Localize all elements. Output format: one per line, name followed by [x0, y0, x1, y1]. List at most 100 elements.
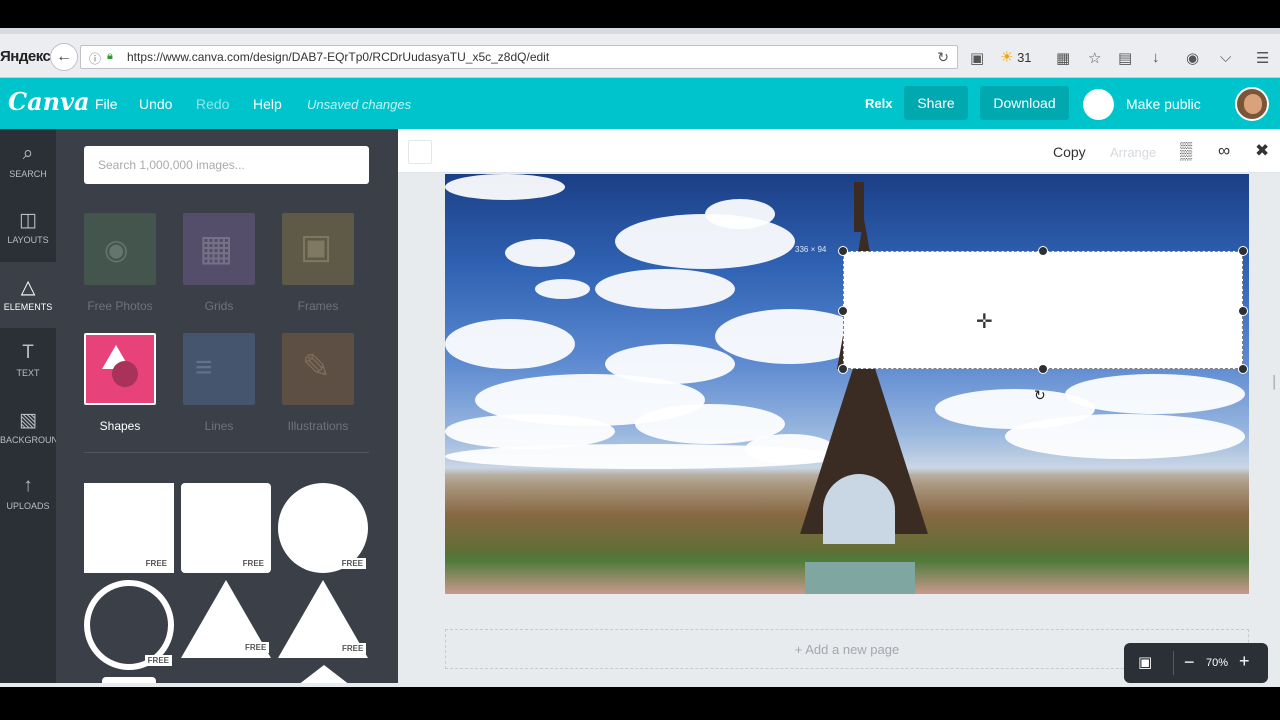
- selected-rectangle[interactable]: [843, 251, 1243, 369]
- category-free-photos[interactable]: ◉: [84, 213, 156, 285]
- zoom-divider: [1173, 651, 1174, 675]
- layouts-icon: ◫: [19, 210, 37, 231]
- avatar[interactable]: [1235, 87, 1269, 121]
- category-shapes[interactable]: [84, 333, 156, 405]
- free-badge: FREE: [142, 558, 170, 569]
- zoom-out-button[interactable]: −: [1184, 652, 1195, 673]
- nav-uploads[interactable]: ↑ UPLOADS: [0, 461, 56, 527]
- arrow-left-icon: ←: [56, 48, 72, 65]
- illustration-icon: ✎: [302, 348, 331, 386]
- category-label: Free Photos: [87, 299, 153, 313]
- trash-icon[interactable]: ✖: [1255, 141, 1269, 161]
- nav-label: UPLOADS: [6, 501, 50, 511]
- nav-background[interactable]: ▧ BACKGROUND: [0, 395, 65, 461]
- make-public-toggle[interactable]: [1083, 89, 1114, 120]
- category-lines[interactable]: ≡: [183, 333, 255, 405]
- nav-elements[interactable]: △ ELEMENTS: [0, 262, 56, 328]
- background-icon: ▧: [19, 410, 37, 431]
- category-label: Frames: [297, 299, 339, 313]
- chat-icon[interactable]: ◉: [1186, 49, 1199, 67]
- rotate-icon[interactable]: ↻: [1034, 387, 1046, 404]
- download-button[interactable]: Download: [980, 86, 1069, 120]
- upload-icon: ↑: [23, 475, 33, 496]
- nav-text[interactable]: T TEXT: [0, 328, 56, 394]
- free-badge: FREE: [338, 558, 366, 569]
- cloud: [1065, 374, 1245, 414]
- canva-logo[interactable]: Canva: [8, 87, 90, 116]
- cloud: [445, 319, 575, 369]
- category-grids[interactable]: ▦: [183, 213, 255, 285]
- star-icon[interactable]: ☆: [1088, 49, 1101, 67]
- screenshot-icon[interactable]: ▣: [970, 49, 984, 67]
- nav-search[interactable]: ⌕ SEARCH: [0, 129, 56, 195]
- undo-button[interactable]: Undo: [139, 96, 172, 112]
- color-swatch[interactable]: [408, 140, 432, 164]
- window-bottom-edge: [0, 683, 1280, 687]
- nav-label: TEXT: [16, 368, 40, 378]
- move-icon[interactable]: ✛: [976, 309, 993, 334]
- resize-handle-se[interactable]: [1238, 364, 1248, 374]
- category-frames[interactable]: ▣: [282, 213, 354, 285]
- elements-panel: Search 1,000,000 images... ◉ Free Photos…: [56, 129, 398, 683]
- resize-handle-ne[interactable]: [1238, 246, 1248, 256]
- sun-icon: ☀: [1000, 49, 1014, 66]
- menu-icon[interactable]: ☰: [1256, 49, 1269, 67]
- resize-handle-w[interactable]: [838, 306, 848, 316]
- elements-icon: △: [20, 277, 36, 298]
- extension-icon[interactable]: ▦: [1056, 49, 1070, 67]
- paris-photo[interactable]: [445, 174, 1249, 594]
- zoom-in-button[interactable]: +: [1239, 651, 1250, 672]
- shape-partial-triangle[interactable]: [298, 665, 350, 683]
- category-illustrations[interactable]: ✎: [282, 333, 354, 405]
- shape-rounded-square[interactable]: FREE: [181, 483, 271, 573]
- url-text[interactable]: https://www.canva.com/design/DAB7-EQrTp0…: [127, 50, 549, 64]
- link-icon[interactable]: ∞: [1218, 141, 1230, 161]
- resize-handle-n[interactable]: [1038, 246, 1048, 256]
- cloud: [605, 344, 735, 384]
- text-icon: T: [22, 342, 34, 363]
- free-badge: FREE: [242, 642, 270, 653]
- file-menu[interactable]: File: [95, 96, 118, 112]
- shape-square[interactable]: FREE: [84, 483, 174, 573]
- resize-handle-sw[interactable]: [838, 364, 848, 374]
- category-label: Grids: [204, 299, 234, 313]
- redo-button[interactable]: Redo: [196, 96, 229, 112]
- grid-icon: ▦: [199, 227, 234, 268]
- nav-label: ELEMENTS: [3, 302, 53, 312]
- free-badge: FREE: [339, 643, 367, 654]
- help-menu[interactable]: Help: [253, 96, 282, 112]
- nav-label: BACKGROUND: [0, 435, 65, 445]
- resize-handle-nw[interactable]: [838, 246, 848, 256]
- lines-icon: ≡: [195, 351, 213, 384]
- pocket-icon[interactable]: ⌵: [1220, 49, 1231, 66]
- nav-layouts[interactable]: ◫ LAYOUTS: [0, 195, 56, 261]
- info-icon[interactable]: ⓘ: [89, 50, 101, 67]
- cloud: [595, 269, 735, 309]
- resize-handle-s[interactable]: [1038, 364, 1048, 374]
- resize-handle-e[interactable]: [1238, 306, 1248, 316]
- arrange-button[interactable]: Arrange: [1110, 145, 1156, 160]
- scroll-indicator: │: [1271, 375, 1279, 389]
- category-label: Lines: [204, 419, 234, 433]
- back-button[interactable]: ←: [50, 43, 78, 71]
- copy-button[interactable]: Copy: [1053, 144, 1086, 160]
- team-name[interactable]: Relx: [865, 96, 892, 111]
- weather-widget[interactable]: ☀ 31: [1000, 48, 1032, 66]
- download-arrow-icon[interactable]: ↓: [1152, 49, 1160, 66]
- reload-icon[interactable]: ↻: [937, 49, 949, 66]
- eiffel-tower-arch: [823, 474, 895, 544]
- clipboard-icon[interactable]: ▤: [1118, 49, 1132, 67]
- browser-brand: Яндекс: [0, 48, 51, 65]
- image-search-input[interactable]: Search 1,000,000 images...: [84, 146, 369, 184]
- free-badge: FREE: [239, 558, 267, 569]
- nav-label: SEARCH: [9, 169, 47, 179]
- present-icon[interactable]: ▣: [1138, 653, 1152, 671]
- shape-circle[interactable]: FREE: [278, 483, 368, 573]
- make-public-label: Make public: [1126, 96, 1201, 112]
- weather-temp: 31: [1017, 50, 1032, 65]
- address-bar[interactable]: ⓘ 🔒︎ https://www.canva.com/design/DAB7-E…: [80, 45, 958, 69]
- transparency-icon[interactable]: ▒: [1180, 141, 1192, 161]
- shape-ring[interactable]: FREE: [84, 580, 174, 670]
- share-button[interactable]: Share: [904, 86, 968, 120]
- save-status: Unsaved changes: [307, 97, 412, 112]
